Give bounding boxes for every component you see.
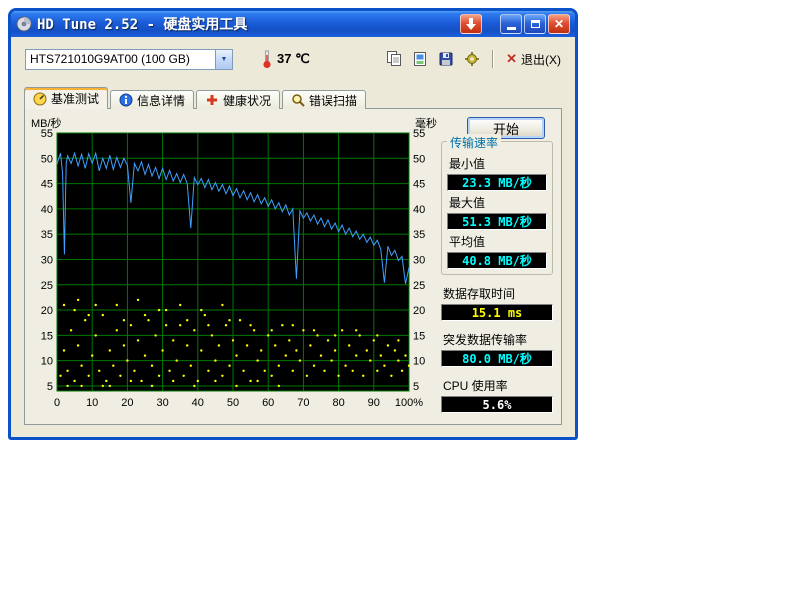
tab-benchmark-label: 基准测试 bbox=[51, 90, 99, 107]
benchmark-tab-page: 5510101515202025253030353540404545505055… bbox=[24, 108, 562, 425]
svg-text:70: 70 bbox=[297, 397, 309, 409]
svg-text:25: 25 bbox=[413, 280, 425, 292]
arrow-down-icon bbox=[466, 18, 476, 30]
tab-info[interactable]: 信息详情 bbox=[110, 90, 194, 109]
minimize-button[interactable] bbox=[500, 14, 522, 34]
cpu-usage-label: CPU 使用率 bbox=[443, 377, 553, 394]
maximize-icon bbox=[531, 20, 540, 28]
tab-error-scan[interactable]: 错误扫描 bbox=[282, 90, 366, 109]
exit-x-icon: ✕ bbox=[506, 51, 517, 67]
cpu-usage-value: 5.6% bbox=[441, 396, 553, 413]
svg-text:20: 20 bbox=[413, 305, 425, 317]
titlebar[interactable]: HD Tune 2.52 - 硬盘实用工具 ✕ bbox=[11, 11, 575, 37]
svg-text:90: 90 bbox=[368, 397, 380, 409]
svg-text:50: 50 bbox=[41, 153, 53, 165]
capture-arrow-button[interactable] bbox=[460, 14, 482, 34]
options-button[interactable] bbox=[462, 49, 482, 69]
benchmark-chart: 5510101515202025253030353540404545505055… bbox=[27, 115, 441, 417]
svg-text:毫秒: 毫秒 bbox=[415, 116, 437, 130]
results-panel: 传输速率 最小值 23.3 MB/秒 最大值 51.3 MB/秒 平均值 40.… bbox=[441, 141, 553, 413]
access-time-value: 15.1 ms bbox=[441, 304, 553, 321]
svg-text:20: 20 bbox=[41, 305, 53, 317]
maximize-button[interactable] bbox=[524, 14, 546, 34]
magnifier-icon bbox=[291, 93, 305, 107]
drive-select[interactable]: HTS721010G9AT00 (100 GB) ▼ bbox=[25, 49, 233, 70]
burst-rate-value: 80.0 MB/秒 bbox=[441, 350, 553, 367]
window-body: HTS721010G9AT00 (100 GB) ▼ 37 ℃ bbox=[11, 37, 575, 437]
svg-text:5: 5 bbox=[47, 381, 53, 393]
tab-health[interactable]: 健康状况 bbox=[196, 90, 280, 109]
tab-benchmark[interactable]: 基准测试 bbox=[24, 87, 108, 109]
exit-label: 退出(X) bbox=[521, 51, 561, 68]
thermometer-icon bbox=[261, 49, 273, 69]
svg-text:45: 45 bbox=[413, 179, 425, 191]
burst-rate-label: 突发数据传输率 bbox=[443, 331, 553, 348]
svg-text:35: 35 bbox=[41, 229, 53, 241]
app-icon bbox=[16, 16, 32, 32]
info-icon bbox=[119, 93, 133, 107]
copy-text-icon bbox=[386, 51, 402, 67]
svg-text:50: 50 bbox=[413, 153, 425, 165]
svg-text:10: 10 bbox=[413, 356, 425, 368]
save-icon bbox=[438, 51, 454, 67]
svg-text:40: 40 bbox=[41, 204, 53, 216]
svg-text:20: 20 bbox=[121, 397, 133, 409]
svg-text:15: 15 bbox=[41, 330, 53, 342]
copy-image-button[interactable] bbox=[410, 49, 430, 69]
svg-text:40: 40 bbox=[192, 397, 204, 409]
toolbar-right: ✕ 退出(X) bbox=[384, 48, 563, 70]
save-button[interactable] bbox=[436, 49, 456, 69]
tab-error-scan-label: 错误扫描 bbox=[309, 92, 357, 109]
temperature-indicator: 37 ℃ bbox=[261, 48, 310, 70]
desktop: HD Tune 2.52 - 硬盘实用工具 ✕ HTS721010G9AT00 … bbox=[0, 0, 800, 600]
svg-text:25: 25 bbox=[41, 280, 53, 292]
svg-text:45: 45 bbox=[41, 179, 53, 191]
drive-select-value: HTS721010G9AT00 (100 GB) bbox=[26, 50, 215, 69]
tab-info-label: 信息详情 bbox=[137, 92, 185, 109]
transfer-rate-group-title: 传输速率 bbox=[447, 134, 501, 151]
close-icon: ✕ bbox=[554, 18, 564, 30]
transfer-rate-group: 传输速率 最小值 23.3 MB/秒 最大值 51.3 MB/秒 平均值 40.… bbox=[441, 141, 553, 275]
minimize-icon bbox=[507, 27, 516, 30]
access-time-label: 数据存取时间 bbox=[443, 285, 553, 302]
drive-select-dropdown-button[interactable]: ▼ bbox=[215, 50, 232, 69]
avg-transfer-label: 平均值 bbox=[449, 233, 547, 250]
svg-text:50: 50 bbox=[227, 397, 239, 409]
tabstrip: 基准测试 信息详情 健康状况 错误扫描 bbox=[24, 87, 368, 109]
svg-text:100%: 100% bbox=[395, 397, 423, 409]
window-title: HD Tune 2.52 - 硬盘实用工具 bbox=[37, 14, 455, 34]
svg-text:30: 30 bbox=[413, 254, 425, 266]
chevron-down-icon: ▼ bbox=[221, 56, 228, 63]
max-transfer-label: 最大值 bbox=[449, 194, 547, 211]
close-button[interactable]: ✕ bbox=[548, 14, 570, 34]
copy-text-button[interactable] bbox=[384, 49, 404, 69]
health-cross-icon bbox=[205, 93, 219, 107]
svg-text:30: 30 bbox=[156, 397, 168, 409]
svg-text:80: 80 bbox=[332, 397, 344, 409]
tab-health-label: 健康状况 bbox=[223, 92, 271, 109]
titlebar-buttons: ✕ bbox=[460, 14, 570, 34]
hdtune-window: HD Tune 2.52 - 硬盘实用工具 ✕ HTS721010G9AT00 … bbox=[8, 8, 578, 440]
svg-text:40: 40 bbox=[413, 204, 425, 216]
svg-text:MB/秒: MB/秒 bbox=[31, 116, 62, 130]
svg-text:5: 5 bbox=[413, 381, 419, 393]
exit-button[interactable]: ✕ 退出(X) bbox=[504, 51, 563, 68]
svg-text:35: 35 bbox=[413, 229, 425, 241]
benchmark-icon bbox=[33, 92, 47, 106]
copy-image-icon bbox=[412, 51, 428, 67]
temperature-value: 37 ℃ bbox=[277, 51, 310, 67]
svg-text:60: 60 bbox=[262, 397, 274, 409]
max-transfer-value: 51.3 MB/秒 bbox=[447, 213, 547, 230]
svg-text:10: 10 bbox=[41, 356, 53, 368]
min-transfer-label: 最小值 bbox=[449, 155, 547, 172]
min-transfer-value: 23.3 MB/秒 bbox=[447, 174, 547, 191]
toolbar-separator bbox=[492, 50, 494, 68]
svg-text:15: 15 bbox=[413, 330, 425, 342]
svg-text:10: 10 bbox=[86, 397, 98, 409]
avg-transfer-value: 40.8 MB/秒 bbox=[447, 252, 547, 269]
options-icon bbox=[464, 51, 480, 67]
svg-text:30: 30 bbox=[41, 254, 53, 266]
svg-text:0: 0 bbox=[54, 397, 60, 409]
